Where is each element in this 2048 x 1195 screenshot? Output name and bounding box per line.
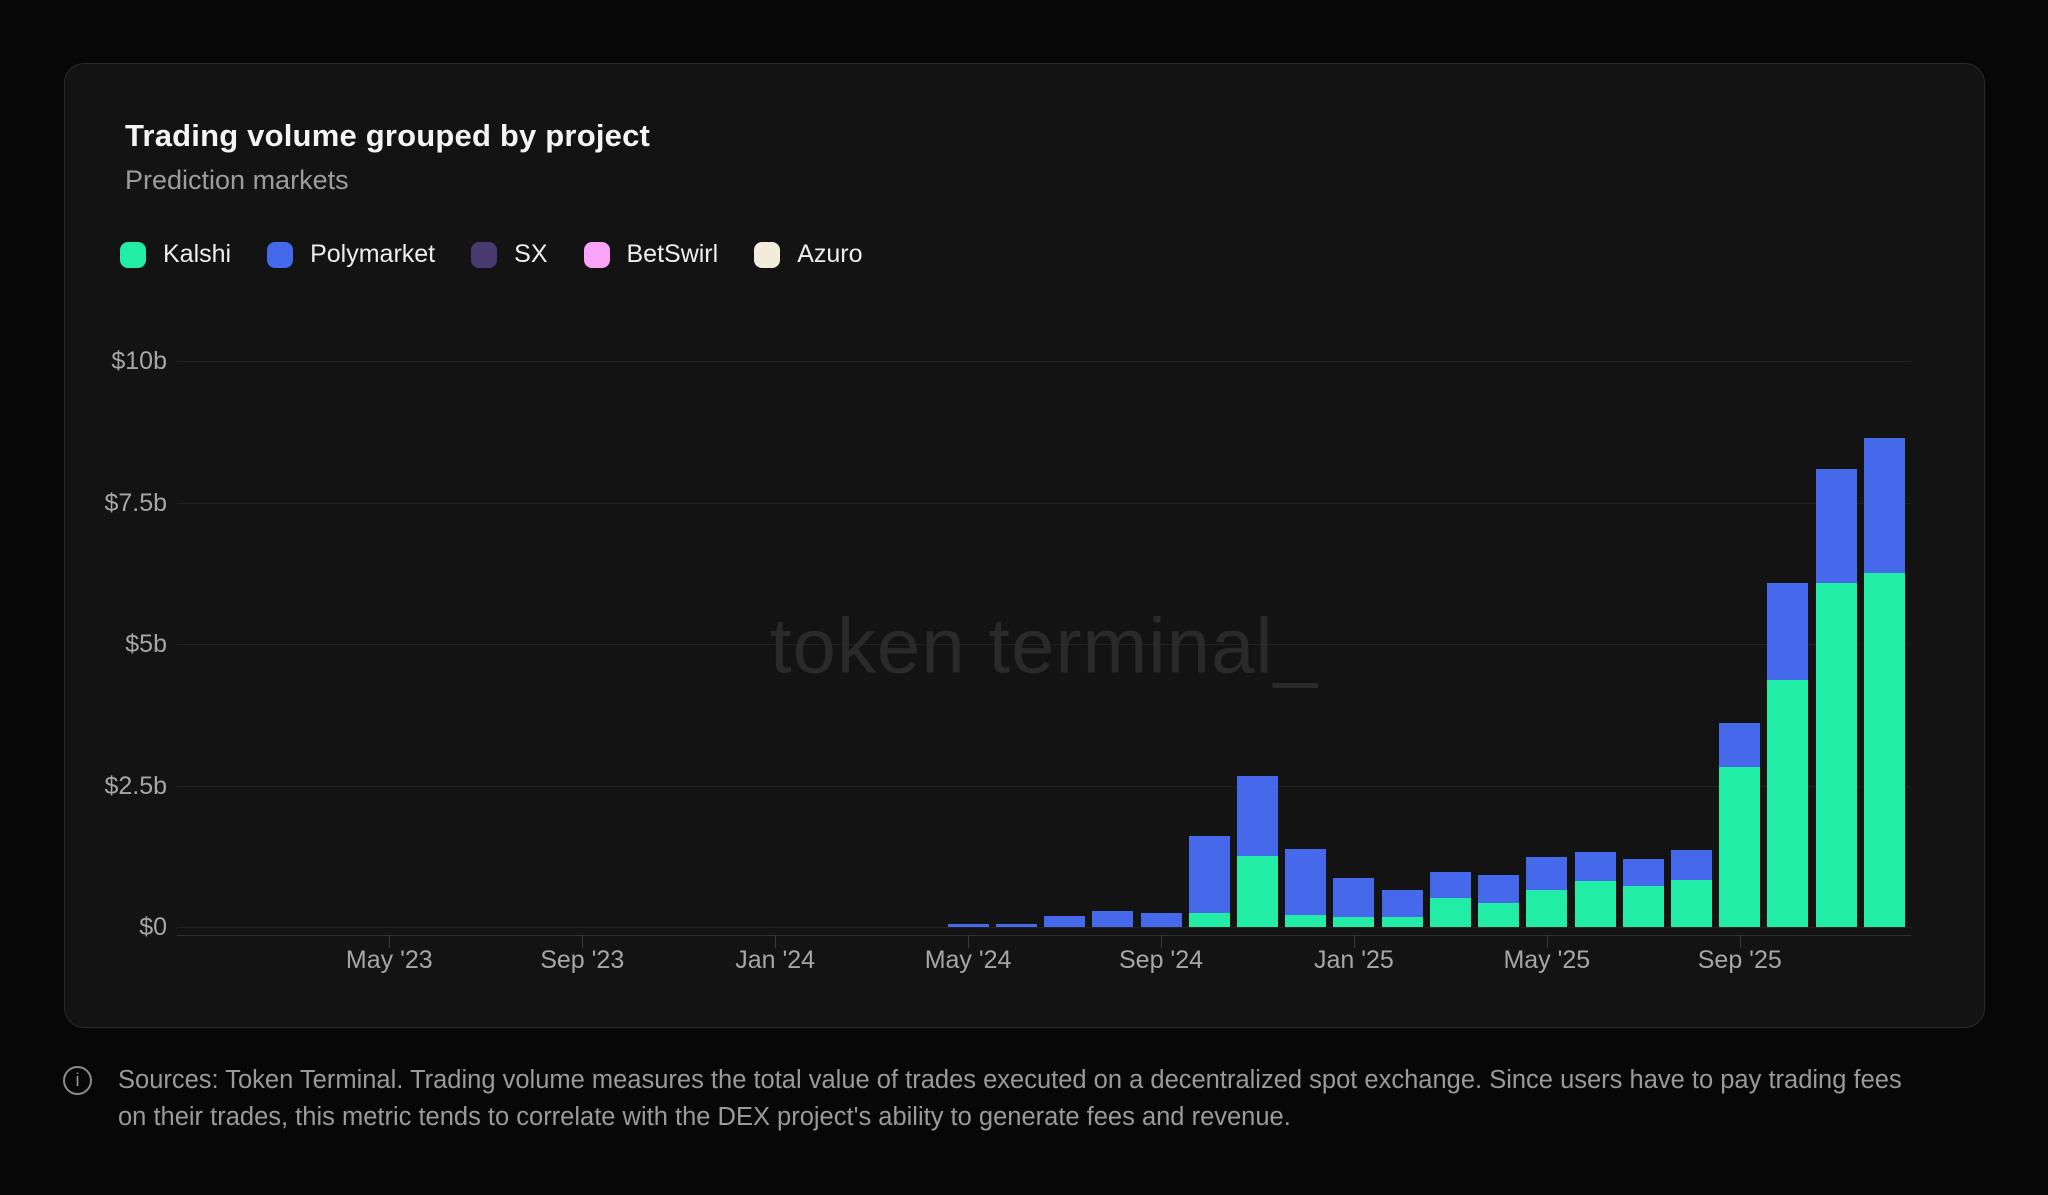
source-footnote: i Sources: Token Terminal. Trading volum…	[63, 1062, 2003, 1136]
bar-segment-polymarket-nov-25[interactable]	[1816, 469, 1857, 583]
gridline-0	[177, 927, 1911, 928]
bar-segment-polymarket-oct-25[interactable]	[1767, 583, 1808, 680]
x-axis-label-sep-25: Sep '25	[1698, 946, 1782, 975]
bar-segment-polymarket-apr-25[interactable]	[1478, 875, 1519, 902]
chart-card: Trading volume grouped by project Predic…	[64, 63, 1985, 1028]
x-axis-label-may-24: May '24	[925, 946, 1012, 975]
bar-segment-kalshi-jun-25[interactable]	[1575, 881, 1616, 927]
x-axis-label-jan-25: Jan '25	[1314, 946, 1394, 975]
bar-segment-kalshi-oct-25[interactable]	[1767, 680, 1808, 927]
token-terminal-watermark: token terminal_	[770, 601, 1318, 692]
source-text-line2: on their trades, this metric tends to co…	[118, 1099, 1902, 1136]
bar-segment-kalshi-sep-25[interactable]	[1719, 767, 1760, 927]
y-axis-label-7-5b: $7.5b	[65, 489, 167, 518]
bar-segment-polymarket-aug-25[interactable]	[1671, 850, 1712, 880]
bar-segment-kalshi-apr-25[interactable]	[1478, 903, 1519, 927]
bar-segment-polymarket-may-24[interactable]	[948, 924, 989, 927]
source-text: Sources: Token Terminal. Trading volume …	[118, 1062, 1902, 1136]
bar-segment-polymarket-jul-24[interactable]	[1044, 916, 1085, 927]
bar-segment-polymarket-may-25[interactable]	[1526, 857, 1567, 889]
bar-segment-kalshi-oct-24[interactable]	[1189, 913, 1230, 927]
bar-segment-polymarket-jun-24[interactable]	[996, 924, 1037, 927]
bar-segment-polymarket-mar-25[interactable]	[1430, 872, 1471, 898]
x-axis-label-sep-23: Sep '23	[540, 946, 624, 975]
bar-segment-polymarket-dec-24[interactable]	[1285, 849, 1326, 915]
x-axis-label-jan-24: Jan '24	[735, 946, 815, 975]
gridline-7-5b	[177, 503, 1911, 504]
y-axis-label-5b: $5b	[65, 630, 167, 659]
bar-segment-kalshi-nov-25[interactable]	[1816, 583, 1857, 927]
gridline-2-5b	[177, 786, 1911, 787]
y-axis-label-2-5b: $2.5b	[65, 772, 167, 801]
bar-segment-polymarket-jan-25[interactable]	[1333, 878, 1374, 918]
bar-segment-kalshi-jul-25[interactable]	[1623, 886, 1664, 927]
x-axis-label-may-25: May '25	[1503, 946, 1590, 975]
bar-segment-polymarket-dec-25[interactable]	[1864, 438, 1905, 573]
y-axis-label-10b: $10b	[65, 347, 167, 376]
bar-segment-kalshi-aug-25[interactable]	[1671, 880, 1712, 927]
gridline-10b	[177, 361, 1911, 362]
bar-segment-polymarket-aug-24[interactable]	[1092, 911, 1133, 927]
bar-segment-kalshi-jan-25[interactable]	[1333, 917, 1374, 927]
page: Trading volume grouped by project Predic…	[0, 0, 2048, 1195]
info-icon: i	[63, 1066, 92, 1095]
bar-segment-kalshi-nov-24[interactable]	[1237, 856, 1278, 927]
bar-segment-polymarket-oct-24[interactable]	[1189, 836, 1230, 913]
bar-segment-polymarket-jun-25[interactable]	[1575, 852, 1616, 881]
bar-segment-kalshi-dec-24[interactable]	[1285, 915, 1326, 927]
bar-segment-polymarket-sep-24[interactable]	[1141, 913, 1182, 927]
bar-segment-kalshi-feb-25[interactable]	[1382, 917, 1423, 927]
x-axis-label-sep-24: Sep '24	[1119, 946, 1203, 975]
bar-segment-polymarket-nov-24[interactable]	[1237, 776, 1278, 855]
bar-segment-kalshi-mar-25[interactable]	[1430, 898, 1471, 927]
bar-segment-polymarket-feb-25[interactable]	[1382, 890, 1423, 918]
source-text-line1: Sources: Token Terminal. Trading volume …	[118, 1062, 1902, 1099]
bar-segment-kalshi-may-25[interactable]	[1526, 890, 1567, 927]
x-axis-line	[177, 935, 1911, 936]
bar-segment-kalshi-dec-25[interactable]	[1864, 573, 1905, 927]
bar-segment-polymarket-sep-25[interactable]	[1719, 723, 1760, 767]
x-axis-label-may-23: May '23	[346, 946, 433, 975]
bar-segment-polymarket-jul-25[interactable]	[1623, 859, 1664, 886]
y-axis-label-0: $0	[65, 913, 167, 942]
plot-area: token terminal_ $0 $2.5b $5b $7.5b $10b May '…	[65, 64, 1984, 1027]
